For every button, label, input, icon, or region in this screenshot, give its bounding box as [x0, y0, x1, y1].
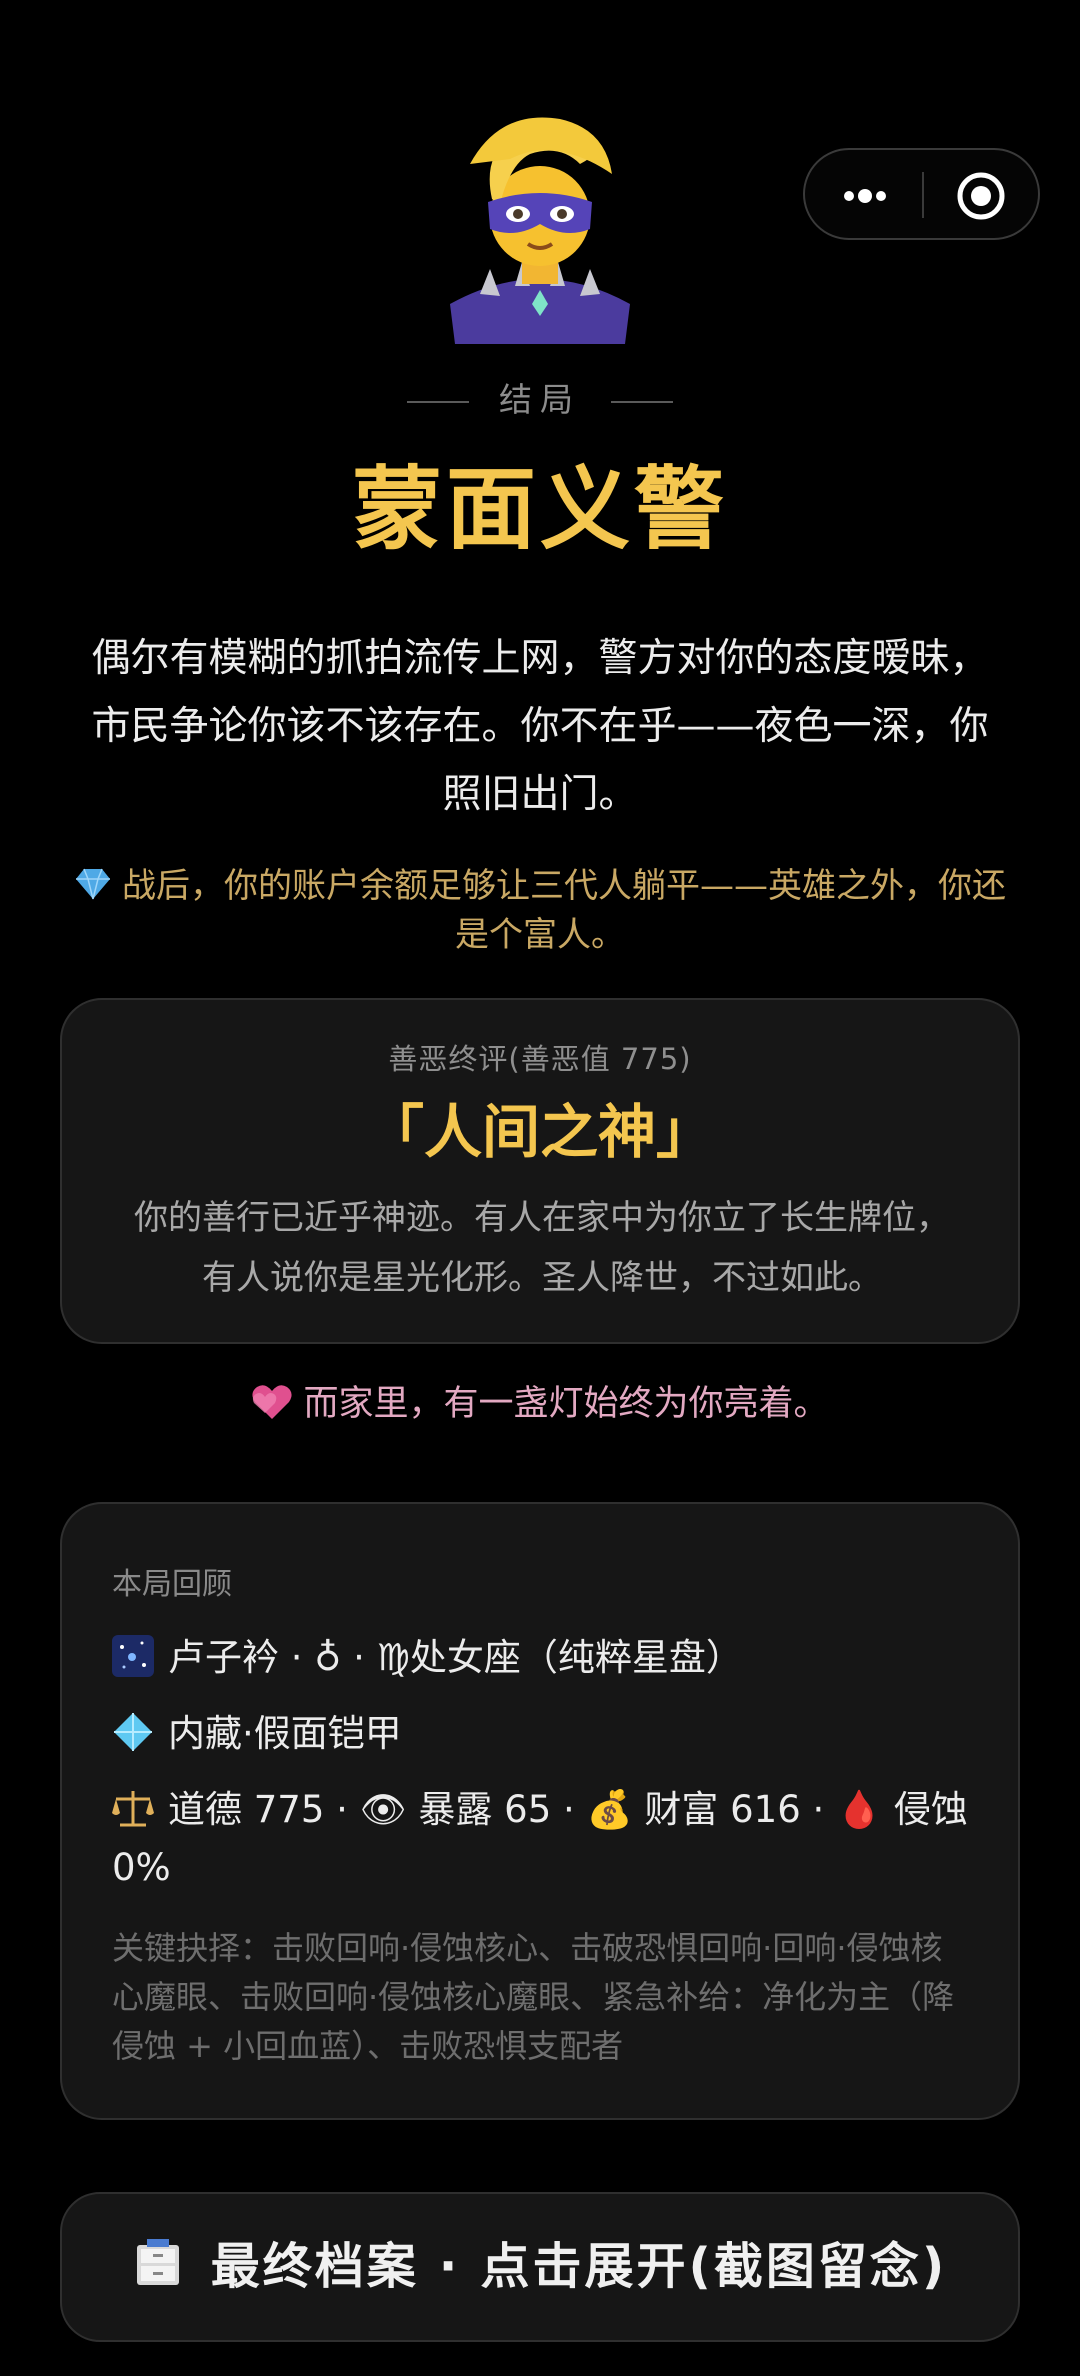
- verdict-title: 「人间之神」: [365, 1098, 714, 1166]
- target-icon[interactable]: [951, 166, 1011, 226]
- gem-icon: [76, 868, 110, 900]
- ending-title: 蒙面义警: [352, 457, 728, 562]
- final-archive-label[interactable]: 最终档案 · 点击展开(截图留念): [62, 2232, 1018, 2302]
- recap-item-text: 内藏·假面铠甲: [168, 1712, 402, 1755]
- recap-stats-text: 道德 775 · 👁 暴露 65 · 💰 财富 616 · 🩸 侵蚀 0%: [112, 1788, 968, 1889]
- superhero-avatar: [450, 117, 630, 344]
- label-line-left: [407, 400, 469, 403]
- label-line-right: [611, 400, 673, 403]
- recap-heading: 本局回顾: [112, 1567, 232, 1602]
- recap-card: 本局回顾 卢子衿 · ♁ · ♍处女座（纯粹星盘） 内藏·假面铠甲 道德 775…: [60, 1502, 1020, 2120]
- verdict-heading: 善恶终评(善恶值 775): [388, 1042, 692, 1076]
- key-choices: 关键抉择：击败回响·侵蚀核心、击破恐惧回响·回响·侵蚀核心魔眼、击败回响·侵蚀核…: [112, 1929, 955, 2065]
- recap-character-text: 卢子衿 · ♁ · ♍处女座（纯粹星盘）: [168, 1636, 743, 1679]
- scale-icon: [112, 1791, 154, 1827]
- ending-story: 偶尔有模糊的抓拍流传上网，警方对你的态度暧昧，市民争论你该不该存在。你不在乎——…: [91, 636, 989, 817]
- verdict-text: 你的善行已近乎神迹。有人在家中为你立了长生牌位，有人说你是星光化形。圣人降世，不…: [134, 1198, 950, 1298]
- cabinet-icon: [136, 2239, 179, 2285]
- more-icon[interactable]: [835, 166, 895, 226]
- wealth-note-text: 战后，你的账户余额足够让三代人躺平——英雄之外，你还是个富人。: [122, 866, 1006, 955]
- ending-label-text: 结局: [499, 380, 581, 419]
- capsule-divider: [922, 172, 924, 218]
- heart-icon: [252, 1385, 293, 1419]
- family-note: 而家里，有一盏灯始终为你亮着。: [0, 1378, 1080, 1430]
- mini-program-capsule: [803, 148, 1040, 240]
- wealth-note: 战后，你的账户余额足够让三代人躺平——英雄之外，你还是个富人。: [60, 862, 1020, 960]
- final-archive-text[interactable]: 最终档案 · 点击展开(截图留念): [211, 2238, 948, 2295]
- galaxy-icon: [112, 1635, 154, 1677]
- final-archive-button[interactable]: 最终档案 · 点击展开(截图留念): [60, 2192, 1020, 2342]
- recap-item-line: 内藏·假面铠甲: [112, 1705, 982, 1763]
- family-note-text: 而家里，有一盏灯始终为你亮着。: [303, 1384, 829, 1424]
- verdict-card: 善恶终评(善恶值 775) 「人间之神」 你的善行已近乎神迹。有人在家中为你立了…: [60, 998, 1020, 1344]
- ending-label: 结局: [0, 373, 1080, 421]
- crystal-icon: [114, 1713, 152, 1751]
- recap-stats-line: 道德 775 · 👁 暴露 65 · 💰 财富 616 · 🩸 侵蚀 0%: [112, 1781, 982, 1897]
- recap-character-line: 卢子衿 · ♁ · ♍处女座（纯粹星盘）: [112, 1629, 982, 1687]
